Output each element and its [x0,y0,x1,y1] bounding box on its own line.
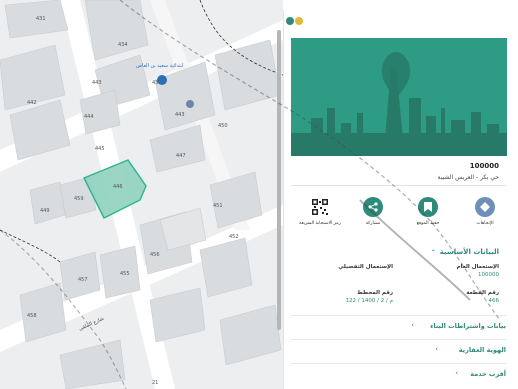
chevron-left-icon: ‹ [435,345,438,353]
plot-label: 444 [84,114,94,120]
basic-info-header[interactable]: ⌃ البيانات الأساسية [431,248,499,256]
map-view[interactable]: 431 434 438 443 443 442 444 445 446 447 … [0,0,283,389]
plot-label: 457 [78,277,88,283]
real-estate-id-section[interactable]: ‹ الهوية العقارية [291,339,506,359]
nearest-service-section[interactable]: ‹ أقرب خدمة [291,363,506,383]
district-name: حي بكر - العريس الشيبة [437,174,499,181]
map-canvas[interactable]: 431 434 438 443 443 442 444 445 446 447 … [0,0,283,389]
app-root: 431 434 438 443 443 442 444 445 446 447 … [0,0,518,389]
chevron-left-icon: ‹ [411,321,414,329]
hero-banner [291,38,507,156]
plot-label: 450 [218,123,228,129]
plot-number: 100000 [469,162,499,170]
plot-label: 445 [95,146,105,152]
plot-label: 442 [27,100,37,106]
plot-label: 449 [40,208,50,214]
plot-no-label: رقم القطعة [466,290,499,296]
section-title: بيانات واشتراطات البناء [430,322,506,330]
plot-label: 434 [118,42,128,48]
plot-label: 452 [229,234,239,240]
plan-no-value: 122 / 1400 / 2 / م [345,298,393,304]
plot-details-panel: 100000 حي بكر - العريس الشيبة الإتجاهات … [283,10,513,389]
share-icon [363,197,383,217]
chevron-left-icon: ‹ [455,369,458,377]
plot-no-field: رقم القطعة 466 [466,290,499,304]
directions-button[interactable]: الإتجاهات [463,197,507,226]
school-marker-icon[interactable] [157,75,167,85]
plan-no-field: رقم المخطط 122 / 1400 / 2 / م [346,290,393,304]
building-requirements-section[interactable]: ‹ بيانات واشتراطات البناء [291,315,506,335]
qr-code-button[interactable]: رمز الاستجابة السريعة [298,197,342,226]
qr-code-icon [310,197,330,217]
general-use-value: 100000 [478,272,499,278]
plan-no-label: رقم المخطط [357,290,393,296]
section-title: الهوية العقارية [458,346,506,354]
detailed-use-field: الإستعمال التفصيلي [338,264,393,272]
plot-label: 446 [113,184,123,190]
plot-label: 21 [152,380,158,386]
general-use-field: الإستعمال العام 100000 [457,264,499,278]
divider [291,185,506,186]
plot-label: 455 [120,271,130,277]
save-location-label: حفظ الموقع [416,221,440,226]
general-use-label: الإستعمال العام [456,264,499,270]
directions-label: الإتجاهات [476,221,494,226]
bookmark-icon [418,197,438,217]
plot-label: 451 [213,203,223,209]
map-scrollbar[interactable] [277,30,281,330]
plot-no-value: 466 [488,298,500,304]
poi-label: ابتدائية سعيد بن العاص [136,63,184,69]
save-location-button[interactable]: حفظ الموقع [406,197,450,226]
plot-label: 447 [176,153,186,159]
plot-label: 443 [92,80,102,86]
detailed-use-label: الإستعمال التفصيلي [338,264,393,270]
chevron-up-icon: ⌃ [430,249,436,256]
poi-badge-icon[interactable] [186,100,194,108]
minimize-dot-icon[interactable] [295,17,303,25]
share-button[interactable]: مشاركة [351,197,395,226]
directions-icon [475,197,495,217]
plot-label: 443 [175,112,185,118]
section-title: أقرب خدمة [470,370,506,378]
plot-label: 458 [27,313,37,319]
qr-code-label: رمز الاستجابة السريعة [299,221,341,226]
plot-label: 456 [150,252,160,258]
share-label: مشاركة [365,221,381,226]
plot-label: 459 [74,196,84,202]
close-dot-icon[interactable] [286,17,294,25]
plot-label: 431 [36,16,46,22]
basic-info-title: البيانات الأساسية [439,248,499,256]
skyline-illustration [291,38,507,156]
